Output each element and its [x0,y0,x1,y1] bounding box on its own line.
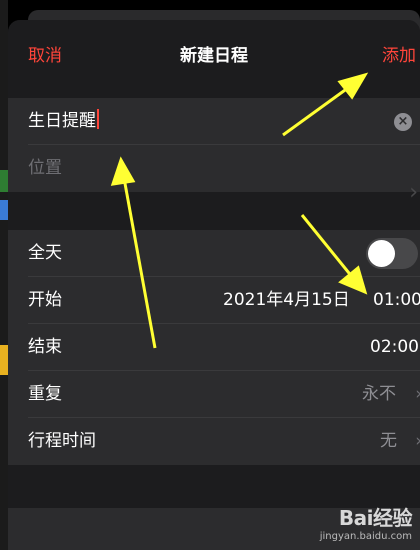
repeat-value: 永不 [362,384,396,404]
toggle-knob [368,240,395,267]
watermark-logo: Bai经验 [338,506,413,530]
repeat-label: 重复 [28,384,62,404]
end-label: 结束 [28,337,62,357]
travel-time-row[interactable]: 行程时间 无 › [8,418,420,465]
clear-circle-icon[interactable]: × [394,113,412,131]
chevron-right-icon: › [409,180,418,205]
travel-time-value: 无 [380,431,397,451]
start-row[interactable]: 开始 2021年4月15日 01:00 [8,277,420,324]
title-row[interactable]: 生日提醒 × [8,98,420,145]
nav-bar: 取消 新建日程 添加 [8,20,420,82]
start-label: 开始 [28,290,62,310]
background-thumbnail [0,170,8,192]
travel-time-label: 行程时间 [28,431,96,451]
watermark: Bai经验 jingyan.baidu.com [319,502,413,542]
text-cursor [97,109,99,129]
background-app-strip [0,0,8,550]
schedule-group: 全天 开始 2021年4月15日 01:00 结束 02:00 重复 永不 › … [8,230,420,465]
title-input[interactable]: 生日提醒 [28,98,99,145]
repeat-row[interactable]: 重复 永不 › [8,371,420,418]
location-input[interactable]: 位置 [28,145,62,192]
end-row[interactable]: 结束 02:00 [8,324,420,371]
new-event-sheet: 取消 新建日程 添加 生日提醒 × 位置 › 全天 开始 2021年4月15日 … [8,20,420,550]
all-day-toggle[interactable] [366,238,418,269]
chevron-right-icon: › [415,371,420,418]
all-day-label: 全天 [28,243,62,263]
background-thumbnail [0,200,8,220]
background-thumbnail [0,345,8,375]
start-time[interactable]: 01:00 [373,277,420,324]
location-row[interactable]: 位置 [8,145,420,192]
title-location-group: 生日提醒 × 位置 [8,98,420,192]
end-time[interactable]: 02:00 [370,324,419,371]
add-button[interactable]: 添加 [382,41,416,66]
watermark-url: jingyan.baidu.com [319,531,412,542]
chevron-right-icon: › [415,418,420,465]
all-day-row: 全天 [8,230,420,277]
start-date[interactable]: 2021年4月15日 [223,277,350,324]
page-title: 新建日程 [180,46,248,66]
title-value: 生日提醒 [28,111,96,131]
